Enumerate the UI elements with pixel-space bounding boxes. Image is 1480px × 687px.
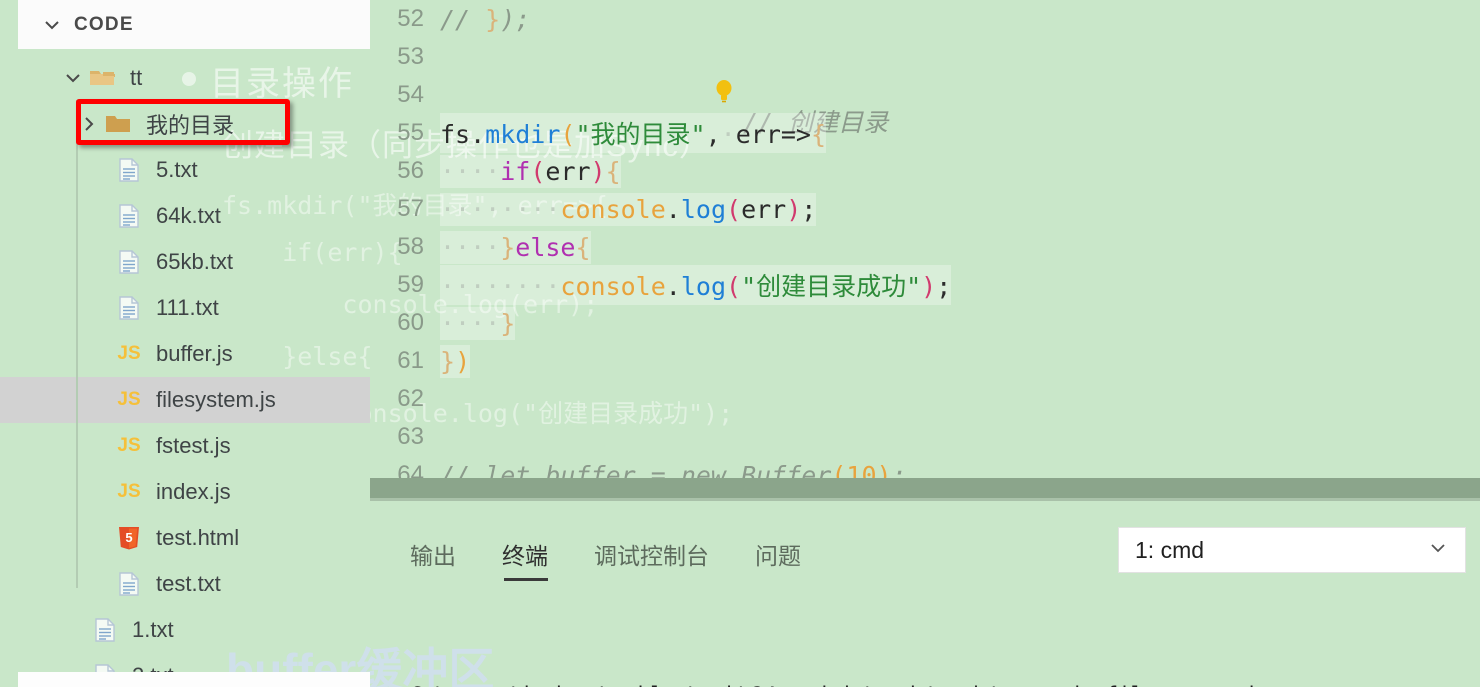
code-line-54: 54 // 创建目录 (370, 76, 1480, 137)
tab-label: 调试控制台 (594, 543, 709, 569)
terminal-output[interactable]: C:\xampp\htdocs\myblog\web\24-nodejs\cod… (410, 619, 1270, 687)
svg-text:5: 5 (125, 530, 132, 545)
tree-item-label: fstest.js (156, 433, 231, 458)
folder-open-icon (86, 67, 120, 89)
terminal-select-value: 1: cmd (1135, 536, 1205, 563)
tree-item-label: 65kb.txt (156, 249, 234, 274)
tree-item-label: filesystem.js (156, 387, 276, 412)
tree-item-111-txt[interactable]: 111.txt (0, 285, 370, 331)
javascript-file-icon: JS (117, 481, 141, 502)
tree-item-label: 5.txt (156, 157, 198, 182)
sidebar-bottom-strip (18, 672, 370, 687)
tree-item-test-txt[interactable]: test.txt (0, 561, 370, 607)
code-line-57: 57 ········console.log(err); (370, 190, 1480, 228)
tree-item-64k-txt[interactable]: 64k.txt (0, 193, 370, 239)
chevron-down-icon (60, 68, 86, 88)
html5-file-icon: 5 (112, 526, 146, 550)
tree-item-index-js[interactable]: JS index.js (0, 469, 370, 515)
panel-divider[interactable] (370, 498, 1480, 501)
code-line-59: 59 ········console.log("创建目录成功"); (370, 265, 1480, 305)
javascript-file-icon: JS (117, 343, 141, 364)
editor-horizontal-scrollbar[interactable] (370, 478, 1480, 498)
line-number: 60 (397, 309, 424, 336)
tab-terminal[interactable]: 终端 (502, 537, 548, 581)
tree-item-label: buffer.js (156, 341, 233, 366)
tree-item-label: tt (130, 65, 143, 90)
tree-item-label: 我的目录 (146, 113, 235, 138)
line-number: 62 (397, 385, 424, 412)
line-number: 59 (397, 271, 424, 298)
bottom-panel: 输出 终端 调试控制台 问题 1: cmd C:\xampp\htdocs\my… (370, 501, 1480, 687)
tree-item-buffer-js[interactable]: JS buffer.js (0, 331, 370, 377)
text-file-icon (112, 203, 146, 229)
terminal-instance-select[interactable]: 1: cmd (1118, 527, 1466, 573)
line-number: 58 (397, 233, 424, 260)
code-line-61: 61 }) (370, 342, 1480, 380)
tree-item-filesystem-js[interactable]: JS filesystem.js (0, 377, 370, 423)
tree-item-test-html[interactable]: 5 test.html (0, 515, 370, 561)
text-file-icon (88, 617, 122, 643)
explorer-sidebar: CODE tt 我的目录 5.txt 64k.txt 65kb.txt 111.… (0, 0, 370, 687)
code-line-60: 60 ····} (370, 304, 1480, 342)
tree-item-1-txt[interactable]: 1.txt (0, 607, 370, 653)
tree-item-tt[interactable]: tt (0, 55, 370, 101)
line-number: 56 (397, 157, 424, 184)
line-number: 63 (397, 423, 424, 450)
text-file-icon (112, 295, 146, 321)
chevron-down-icon (1427, 537, 1449, 564)
tree-item-label: index.js (156, 479, 231, 504)
line-number: 55 (397, 119, 424, 146)
chevron-right-icon (76, 114, 102, 134)
text-file-icon (112, 571, 146, 597)
tree-item-label: 64k.txt (156, 203, 221, 228)
tab-label: 终端 (502, 543, 548, 569)
terminal-output-line: C:\xampp\htdocs\myblog\web\24-nodejs\cod… (410, 680, 1270, 687)
tree-item-label: 111.txt (156, 295, 219, 320)
tab-problems[interactable]: 问题 (755, 537, 801, 581)
explorer-header[interactable]: CODE (18, 0, 370, 49)
vscode-window: 目录操作 创建目录（同步操作也是加Sync） fs.mkdir("我的目录", … (0, 0, 1480, 687)
code-line-56: 56 ····if(err){ (370, 152, 1480, 190)
tree-indent-guide (76, 100, 78, 588)
tab-debug-console[interactable]: 调试控制台 (594, 537, 709, 581)
line-number: 54 (397, 81, 424, 108)
tab-output[interactable]: 输出 (410, 537, 456, 581)
tree-item-my-directory[interactable]: 我的目录 (0, 101, 370, 147)
line-number: 53 (397, 43, 424, 70)
code-editor[interactable]: 52 // }); 53 54 // 创建目录 55 fs.mkdir("我的目… (370, 0, 1480, 500)
line-number: 61 (397, 347, 424, 374)
tree-item-label: test.txt (156, 571, 221, 596)
explorer-title: CODE (74, 13, 134, 35)
tree-item-fstest-js[interactable]: JS fstest.js (0, 423, 370, 469)
tree-item-5-txt[interactable]: 5.txt (0, 147, 370, 193)
javascript-file-icon: JS (117, 435, 141, 456)
javascript-file-icon: JS (117, 389, 141, 410)
code-line-62: 62 (370, 380, 1480, 418)
text-file-icon (112, 249, 146, 275)
tree-item-label: 1.txt (132, 617, 174, 642)
tree-item-label: test.html (156, 525, 240, 550)
folder-closed-icon (102, 113, 136, 135)
chevron-down-icon (42, 15, 62, 35)
code-line-58: 58 ····}else{ (370, 228, 1480, 266)
panel-tab-bar: 输出 终端 调试控制台 问题 (410, 537, 847, 581)
tab-label: 输出 (410, 543, 456, 569)
text-file-icon (112, 157, 146, 183)
tab-label: 问题 (755, 543, 801, 569)
code-line-55: 55 fs.mkdir("我的目录",·err=>{ (370, 113, 1480, 153)
file-tree: tt 我的目录 5.txt 64k.txt 65kb.txt 111.txt J… (0, 55, 370, 687)
tree-item-65kb-txt[interactable]: 65kb.txt (0, 239, 370, 285)
code-line-63: 63 (370, 418, 1480, 456)
line-number: 57 (397, 195, 424, 222)
line-number: 52 (397, 5, 424, 32)
